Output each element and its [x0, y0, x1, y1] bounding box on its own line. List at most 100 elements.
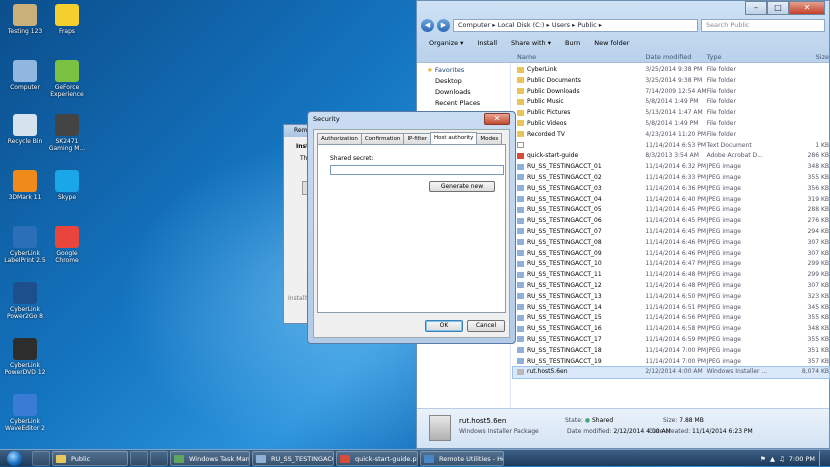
search-input[interactable]: Search Public — [701, 18, 825, 32]
column-date[interactable]: Date modified — [645, 51, 706, 63]
file-row[interactable]: Public Pictures 5/13/2014 1:47 AM File fol… — [513, 108, 829, 119]
burn-button[interactable]: Burn — [565, 39, 580, 47]
tab-modes[interactable]: Modes — [476, 133, 503, 144]
column-name[interactable]: Name — [513, 51, 645, 63]
desktop-icon-label: Computer — [10, 84, 40, 91]
file-row[interactable]: RU_SS_TESTINGACCT_11 11/14/2014 6:48 PM JP… — [513, 270, 829, 281]
nav-item-desktop[interactable]: Desktop — [417, 76, 510, 87]
file-date-cell: 11/14/2014 6:58 PM — [645, 325, 707, 333]
app-icon — [55, 60, 79, 82]
image-viewer-icon — [256, 454, 266, 463]
desktop-icon[interactable]: Fraps — [46, 4, 88, 35]
file-date-cell: 11/14/2014 7:00 PM — [645, 357, 707, 365]
tab-confirmation[interactable]: Confirmation — [360, 133, 405, 144]
file-row[interactable]: RU_SS_TESTINGACCT_19 11/14/2014 7:00 PM JP… — [513, 357, 829, 368]
file-row[interactable]: RU_SS_TESTINGACCT_13 11/14/2014 6:50 PM JP… — [513, 292, 829, 303]
share-with-button[interactable]: Share with ▾ — [511, 39, 551, 47]
security-dialog[interactable]: Security ✕ Authorization Confirmation IP… — [307, 111, 516, 344]
desktop-icon[interactable]: CyberLink LabelPrint 2.5 — [4, 226, 46, 264]
file-row[interactable]: RU_SS_TESTINGACCT_15 11/14/2014 6:56 PM JP… — [513, 313, 829, 324]
file-row[interactable]: Public Documents 3/25/2014 9:38 PM File fo… — [513, 76, 829, 87]
volume-icon[interactable]: ♫ — [779, 455, 785, 463]
file-row[interactable]: CyberLink 3/25/2014 9:38 PM File folder — [513, 65, 829, 76]
file-row[interactable]: RU_SS_TESTINGACCT_07 11/14/2014 6:45 PM JP… — [513, 227, 829, 238]
flag-icon[interactable]: ⚑ — [760, 455, 766, 463]
generate-new-button[interactable]: Generate new — [429, 181, 495, 192]
taskbar-item-task-manager[interactable]: Windows Task Mana... — [170, 450, 250, 466]
file-row[interactable]: RU_SS_TESTINGACCT_08 11/14/2014 6:46 PM JP… — [513, 238, 829, 249]
file-name: Public Documents — [527, 76, 581, 84]
start-button[interactable] — [0, 450, 32, 467]
file-row[interactable]: RU_SS_TESTINGACCT_14 11/14/2014 6:51 PM JP… — [513, 303, 829, 314]
file-row[interactable]: RU_SS_TESTINGACCT_17 11/14/2014 6:59 PM JP… — [513, 335, 829, 346]
favorites-header[interactable]: ★ Favorites — [417, 65, 510, 76]
explorer-pinned-icon[interactable] — [32, 450, 50, 466]
app-icon — [13, 394, 37, 416]
network-icon[interactable]: ▲ — [770, 455, 775, 463]
clock[interactable]: 7:00 PM — [789, 455, 815, 463]
file-size-cell: 355 KB — [807, 335, 829, 343]
minimize-button[interactable]: – — [745, 1, 767, 15]
file-size-cell — [776, 119, 829, 130]
address-bar[interactable]: Computer ▸ Local Disk (C:) ▸ Users ▸ Pub… — [453, 18, 698, 32]
file-row[interactable]: RU_SS_TESTINGACCT_04 11/14/2014 6:40 PM JP… — [513, 195, 829, 206]
desktop-icon[interactable]: SK2471 Gaming M... — [46, 114, 88, 152]
new-folder-button[interactable]: New folder — [594, 39, 629, 47]
desktop-icon[interactable]: GeForce Experience — [46, 60, 88, 98]
tab-ip-filter[interactable]: IP-filter — [403, 133, 432, 144]
taskbar-item-remote-utilities[interactable]: Remote Utilities - Ho... — [420, 450, 504, 466]
taskbar-item-pdf[interactable]: quick-start-guide.pd... — [336, 450, 418, 466]
column-size[interactable]: Size — [776, 51, 829, 63]
file-row[interactable]: RU_SS_TESTINGACCT_06 11/14/2014 6:45 PM JP… — [513, 216, 829, 227]
app-pinned-icon[interactable] — [130, 450, 148, 466]
forward-icon[interactable]: ▶ — [437, 18, 450, 32]
file-row[interactable]: RU_SS_TESTINGACCT_10 11/14/2014 6:47 PM JP… — [513, 259, 829, 270]
dialog-close-button[interactable]: ✕ — [484, 113, 510, 125]
file-row[interactable]: RU_SS_TESTINGACCT_03 11/14/2014 6:36 PM JP… — [513, 184, 829, 195]
desktop-icon[interactable]: Google Chrome — [46, 226, 88, 264]
back-icon[interactable]: ◀ — [421, 18, 434, 32]
tab-authorization[interactable]: Authorization — [317, 133, 362, 144]
desktop-icon[interactable]: 3DMark 11 — [4, 170, 46, 201]
file-row[interactable]: quick-start-guide 8/3/2013 3:54 AM Adobe A… — [513, 151, 829, 162]
file-row[interactable]: RU_SS_TESTINGACCT_09 11/14/2014 6:46 PM JP… — [513, 249, 829, 260]
file-row[interactable]: RU_SS_TESTINGACCT_16 11/14/2014 6:58 PM JP… — [513, 324, 829, 335]
desktop-icon[interactable]: Recycle Bin — [4, 114, 46, 145]
file-row[interactable]: 11/14/2014 6:53 PM Text Document 1 KB — [513, 141, 829, 152]
file-row[interactable]: RU_SS_TESTINGACCT_01 11/14/2014 6:32 PM JP… — [513, 162, 829, 173]
app-pinned-icon-2[interactable] — [150, 450, 168, 466]
taskbar-item-public[interactable]: Public — [52, 450, 128, 466]
show-desktop-button[interactable] — [819, 451, 826, 466]
file-row[interactable]: RU_SS_TESTINGACCT_12 11/14/2014 6:48 PM JP… — [513, 281, 829, 292]
maximize-button[interactable]: □ — [767, 1, 789, 15]
organize-button[interactable]: Organize ▾ — [429, 39, 463, 47]
desktop-icon[interactable]: Computer — [4, 60, 46, 91]
file-row[interactable]: Public Downloads 7/14/2009 12:54 AM File f… — [513, 87, 829, 98]
file-type-cell: JPEG image — [706, 173, 742, 181]
file-row[interactable]: RU_SS_TESTINGACCT_18 11/14/2014 7:00 PM JP… — [513, 346, 829, 357]
file-row[interactable]: rut.host5.6en 2/12/2014 4:00 AM Windows In… — [512, 366, 830, 380]
file-row[interactable]: Public Videos 5/8/2014 1:49 PM File folder — [513, 119, 829, 130]
desktop-icon[interactable]: CyberLink Power2Go 8 — [4, 282, 46, 320]
ok-button[interactable]: OK — [425, 320, 463, 332]
file-type-cell: JPEG image — [706, 314, 742, 322]
desktop-icon[interactable]: Testing 123 — [4, 4, 46, 35]
tab-host-authority[interactable]: Host authority — [430, 132, 478, 144]
file-row[interactable]: Public Music 5/8/2014 1:49 PM File folder — [513, 97, 829, 108]
nav-item-downloads[interactable]: Downloads — [417, 87, 510, 98]
file-row[interactable]: Recorded TV 4/23/2014 11:20 PM File folder — [513, 130, 829, 141]
desktop-icon[interactable]: CyberLink WaveEditor 2 — [4, 394, 46, 432]
taskbar-item-image[interactable]: RU_SS_TESTINGACC... — [252, 450, 334, 466]
file-row[interactable]: RU_SS_TESTINGACCT_05 11/14/2014 6:45 PM JP… — [513, 205, 829, 216]
close-button[interactable]: ✕ — [789, 1, 825, 15]
shared-secret-input[interactable] — [330, 165, 504, 175]
file-name-cell: RU_SS_TESTINGACCT_12 — [513, 281, 645, 292]
column-type[interactable]: Type — [707, 51, 776, 63]
cancel-button[interactable]: Cancel — [467, 320, 505, 332]
desktop-icon[interactable]: Skype — [46, 170, 88, 201]
install-button[interactable]: Install — [477, 39, 497, 47]
details-pane: rut.host5.6en Windows Installer Package … — [417, 408, 829, 448]
nav-item-recent-places[interactable]: Recent Places — [417, 98, 510, 109]
file-row[interactable]: RU_SS_TESTINGACCT_02 11/14/2014 6:33 PM JP… — [513, 173, 829, 184]
desktop-icon[interactable]: CyberLink PowerDVD 12 — [4, 338, 46, 376]
